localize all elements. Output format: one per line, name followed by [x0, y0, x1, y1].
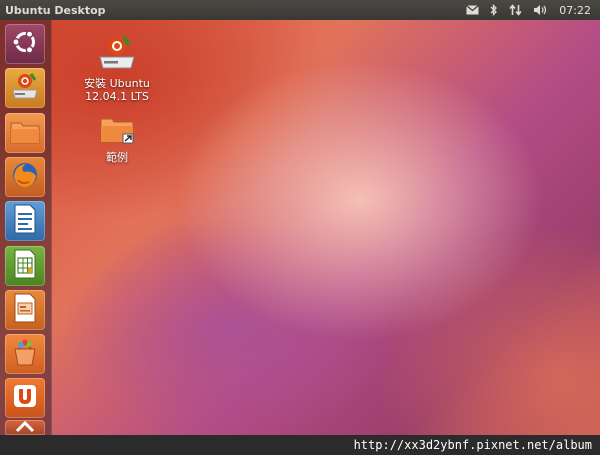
mail-icon[interactable]: [466, 5, 480, 15]
launcher: [0, 20, 52, 435]
launcher-item-firefox[interactable]: [5, 157, 45, 197]
desktop-icon-label: 範例: [106, 151, 128, 164]
folder-link-icon: [77, 113, 157, 148]
desktop-icon-examples[interactable]: 範例: [77, 113, 157, 164]
calc-icon: [12, 248, 38, 284]
launcher-item-libreoffice-calc[interactable]: [5, 246, 45, 286]
watermark-bar: http://xx3d2ybnf.pixnet.net/album: [0, 435, 600, 455]
firefox-icon: [10, 160, 40, 194]
launcher-item-ubuntu-one[interactable]: [5, 378, 45, 418]
desktop-icon-label-line1: 安裝 Ubuntu: [84, 77, 150, 90]
software-center-icon: [10, 337, 40, 371]
folder-icon: [9, 117, 41, 149]
watermark-url: http://xx3d2ybnf.pixnet.net/album: [353, 438, 592, 452]
indicator-area: 07:22: [466, 4, 591, 17]
desktop-icon-install-ubuntu[interactable]: 安裝 Ubuntu 12.04.1 LTS: [77, 35, 157, 103]
ubuntu-logo-icon: [11, 28, 39, 60]
writer-icon: [12, 203, 38, 239]
installer-icon: [9, 70, 41, 106]
bluetooth-icon[interactable]: [490, 4, 498, 16]
network-icon[interactable]: [509, 4, 522, 16]
ubuntu-one-icon: [10, 381, 40, 415]
launcher-item-libreoffice-writer[interactable]: [5, 201, 45, 241]
launcher-item-ubuntu-software-center[interactable]: [5, 334, 45, 374]
launcher-item-install-ubuntu[interactable]: [5, 68, 45, 108]
launcher-item-libreoffice-impress[interactable]: [5, 290, 45, 330]
installer-icon: [77, 35, 157, 74]
desktop-icon-label-line2: 12.04.1 LTS: [85, 90, 149, 103]
volume-icon[interactable]: [533, 4, 548, 16]
top-panel: Ubuntu Desktop 07:22: [0, 0, 600, 20]
window-title: Ubuntu Desktop: [5, 3, 106, 17]
launcher-item-partial[interactable]: [5, 420, 45, 435]
clock[interactable]: 07:22: [559, 4, 591, 17]
launcher-item-dash-home[interactable]: [5, 24, 45, 64]
impress-icon: [12, 292, 38, 328]
launcher-item-home-folder[interactable]: [5, 113, 45, 153]
